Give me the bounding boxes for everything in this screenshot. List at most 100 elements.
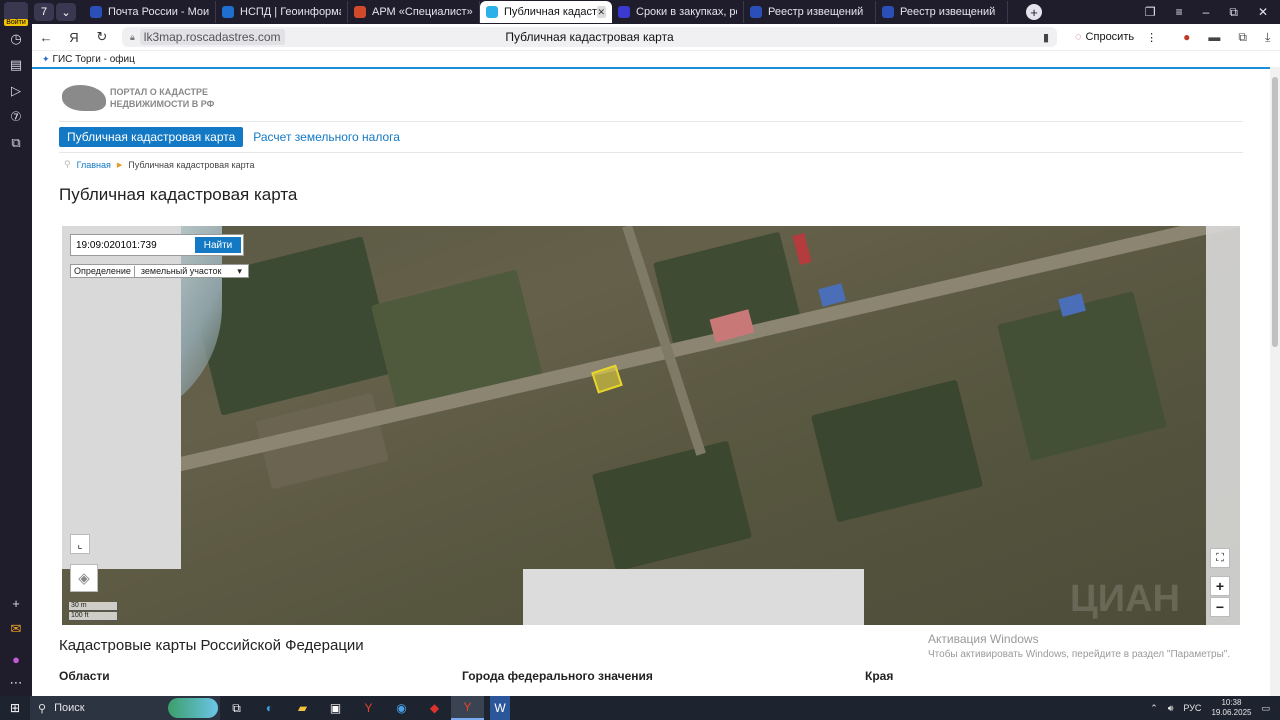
clock-icon[interactable]: ◷ — [0, 26, 32, 52]
more-icon[interactable]: ⋯ — [0, 670, 32, 696]
map-watermark: ЦИАН — [1070, 578, 1180, 620]
definition-label: Определение — [74, 266, 131, 276]
minimize-icon[interactable]: – — [1203, 5, 1210, 20]
divider — [59, 152, 1243, 153]
find-button[interactable]: Найти — [195, 237, 241, 253]
site-logo[interactable]: ПОРТАЛ О КАДАСТРЕ НЕДВИЖИМОСТИ В РФ — [62, 85, 214, 111]
gis-torgi-icon: ✦ — [42, 53, 50, 64]
tab-label: НСПД | Геоинформацион — [240, 6, 341, 18]
windows-start-icon[interactable]: ⊞ — [0, 701, 30, 715]
url-text: lk3map.roscadastres.com — [139, 29, 285, 45]
close-tab-icon[interactable]: ✕ — [596, 6, 606, 18]
tab-counter[interactable]: 7 — [34, 3, 54, 21]
site-nav: Публичная кадастровая карта Расчет земел… — [59, 127, 400, 147]
tab-list-chevron-icon[interactable]: ⌄ — [56, 3, 76, 21]
nav-land-tax[interactable]: Расчет земельного налога — [253, 130, 400, 144]
yandex-browser-active-icon[interactable]: Y — [451, 696, 484, 720]
scrollbar-thumb[interactable] — [1272, 77, 1278, 347]
download-tray-icon[interactable]: ▬ — [1208, 30, 1220, 45]
profile-avatar[interactable]: Войти — [4, 2, 28, 26]
map-field — [997, 291, 1167, 461]
tab-5[interactable]: Реестр извещений — [744, 1, 876, 23]
word-icon[interactable]: W — [490, 696, 510, 720]
search-label: Поиск — [54, 702, 85, 714]
search-decoration — [168, 698, 218, 718]
explorer-icon[interactable]: ▰ — [286, 696, 319, 720]
menu-icon[interactable]: ≡ — [1176, 5, 1183, 20]
bookmark-icon[interactable]: ▮ — [1043, 31, 1049, 44]
divider — [59, 121, 1243, 122]
ask-button[interactable]: ◌ Спросить ⋮ — [1067, 29, 1165, 46]
add-icon[interactable]: + — [0, 590, 32, 616]
fullscreen-icon[interactable]: ⛶ — [1210, 548, 1230, 568]
telegram-icon[interactable]: ◉ — [385, 696, 418, 720]
kebab-icon[interactable]: ⋮ — [1146, 31, 1157, 44]
tab-favicon-icon — [750, 6, 762, 18]
logo-line-2: НЕДВИЖИМОСТИ В РФ — [110, 99, 215, 109]
web-page: ПОРТАЛ О КАДАСТРЕ НЕДВИЖИМОСТИ В РФ Публ… — [32, 69, 1270, 696]
tab-1[interactable]: НСПД | Геоинформацион — [216, 1, 348, 23]
anydesk-icon[interactable]: ◆ — [418, 696, 451, 720]
screen-icon[interactable]: ⧉ — [0, 130, 32, 156]
edge-icon[interactable]: ◐ — [253, 696, 286, 720]
chevron-down-icon: ▾ — [237, 265, 242, 276]
layers-icon[interactable]: ◈ — [70, 564, 98, 592]
cadastral-map[interactable]: Найти Определение земельный участок ▾ ⌞ … — [62, 226, 1240, 625]
breadcrumb-home[interactable]: Главная — [77, 160, 111, 170]
bookmark-item[interactable]: ✦ ГИС Торги - офиц — [42, 54, 135, 65]
tab-6[interactable]: Реестр извещений — [876, 1, 1008, 23]
measure-icon[interactable]: ⌞ — [70, 534, 90, 554]
reload-icon[interactable]: ↻ — [88, 29, 116, 45]
definition-select-group: Определение земельный участок ▾ — [70, 264, 249, 278]
tab-3[interactable]: Публичная кадастрова✕ — [480, 1, 612, 23]
back-icon[interactable]: ← — [32, 30, 60, 45]
close-window-icon[interactable]: ✕ — [1258, 5, 1268, 20]
new-tab-icon[interactable]: + — [1026, 4, 1042, 20]
tab-2[interactable]: АРМ «Специалист» — [348, 1, 480, 23]
sidebar-toggle-icon[interactable]: ⧉ — [1238, 30, 1247, 45]
seven-icon[interactable]: ⑦ — [0, 104, 32, 130]
task-view-icon[interactable]: ⧉ — [220, 696, 253, 720]
tray-chevron-icon[interactable]: ⌃ — [1150, 703, 1158, 714]
yandex-icon[interactable]: Я — [60, 30, 88, 45]
tab-label: АРМ «Специалист» — [372, 6, 473, 18]
tab-favicon-icon — [618, 6, 630, 18]
bookmarks-bar: ✦ ГИС Торги - офиц — [32, 51, 1280, 67]
speaker-icon[interactable]: 🔊︎ — [1168, 703, 1174, 714]
tab-4[interactable]: Сроки в закупках, регул — [612, 1, 744, 23]
cadastral-number-input[interactable] — [71, 235, 193, 255]
clock[interactable]: 10:38 19.06.2025 — [1211, 698, 1251, 718]
page-heading: Публичная кадастровая карта — [59, 185, 298, 204]
tab-label: Публичная кадастрова — [504, 6, 597, 18]
tab-favicon-icon — [222, 6, 234, 18]
nav-public-map[interactable]: Публичная кадастровая карта — [59, 127, 244, 147]
play-icon[interactable]: ▷ — [0, 78, 32, 104]
cadastral-search: Найти — [70, 234, 244, 256]
mail-icon[interactable]: ✉ — [0, 616, 32, 642]
tab-favicon-icon — [882, 6, 894, 18]
definition-select[interactable]: земельный участок ▾ — [133, 265, 248, 277]
system-tray: ⌃ 🔊︎ РУС 10:38 19.06.2025 ▭ — [1150, 698, 1280, 718]
tab-0[interactable]: Почта России - Мои отпр — [84, 1, 216, 23]
definition-value: земельный участок — [140, 266, 222, 276]
notes-icon[interactable]: ▤ — [0, 52, 32, 78]
page-scrollbar[interactable] — [1270, 67, 1280, 696]
alice-icon[interactable]: ● — [0, 646, 32, 672]
zoom-out-button[interactable]: − — [1210, 597, 1230, 617]
extension-icon[interactable]: ● — [1183, 30, 1190, 45]
col-regions: Области — [59, 669, 110, 683]
notifications-icon[interactable]: ▭ — [1261, 703, 1270, 714]
col-federal-cities: Города федерального значения — [462, 669, 653, 683]
browser-side-panel: Войти ◷ ▤ ▷ ⑦ ⧉ + ✉ ● ⋯ — [0, 0, 32, 696]
yandex-browser-icon[interactable]: Y — [352, 696, 385, 720]
tab-label: Почта России - Мои отпр — [108, 6, 209, 18]
url-field[interactable]: 🔒︎ lk3map.roscadastres.com Публичная кад… — [122, 27, 1057, 47]
collections-icon[interactable]: ❐ — [1145, 5, 1156, 20]
col-krai: Края — [865, 669, 894, 683]
taskbar-search[interactable]: ⚲ Поиск — [30, 696, 220, 720]
restore-icon[interactable]: ⧉ — [1229, 5, 1238, 20]
store-icon[interactable]: ▣ — [319, 696, 352, 720]
language-indicator[interactable]: РУС — [1183, 703, 1201, 713]
downloads-icon[interactable]: ⤓ — [1265, 30, 1270, 45]
zoom-in-button[interactable]: + — [1210, 576, 1230, 596]
